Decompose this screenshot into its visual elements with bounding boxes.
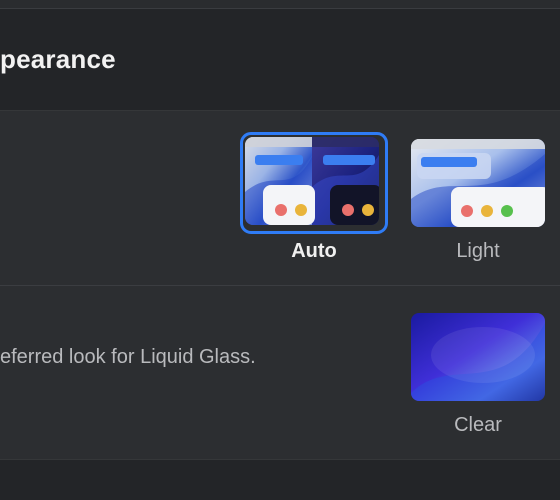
liquid-glass-clear-option[interactable] <box>411 313 545 401</box>
liquid-glass-description: eferred look for Liquid Glass. <box>0 346 256 368</box>
preview-red-dot <box>342 204 354 216</box>
row-divider <box>0 285 560 286</box>
preview-red-dot <box>275 204 287 216</box>
light-preview-image <box>411 139 545 227</box>
page-title: pearance <box>0 44 116 74</box>
preview-red-dot <box>461 205 473 217</box>
preview-bar <box>255 155 303 165</box>
preview-bar <box>323 155 375 165</box>
preview-yellow-dot <box>481 205 493 217</box>
liquid-glass-clear-label: Clear <box>454 414 502 436</box>
preview-green-dot <box>501 205 513 217</box>
preview-bar <box>421 157 477 167</box>
clear-preview-image <box>411 313 545 401</box>
appearance-light-option[interactable] <box>411 139 545 227</box>
preview-yellow-dot <box>362 204 374 216</box>
appearance-light-label: Light <box>456 240 500 262</box>
appearance-auto-label: Auto <box>291 240 337 262</box>
preview-yellow-dot <box>295 204 307 216</box>
auto-preview-image <box>245 137 379 225</box>
settings-window: pearance Auto Light eferred look for Liq… <box>0 0 560 500</box>
appearance-auto-option[interactable] <box>245 137 379 225</box>
window-top-edge <box>0 0 560 9</box>
